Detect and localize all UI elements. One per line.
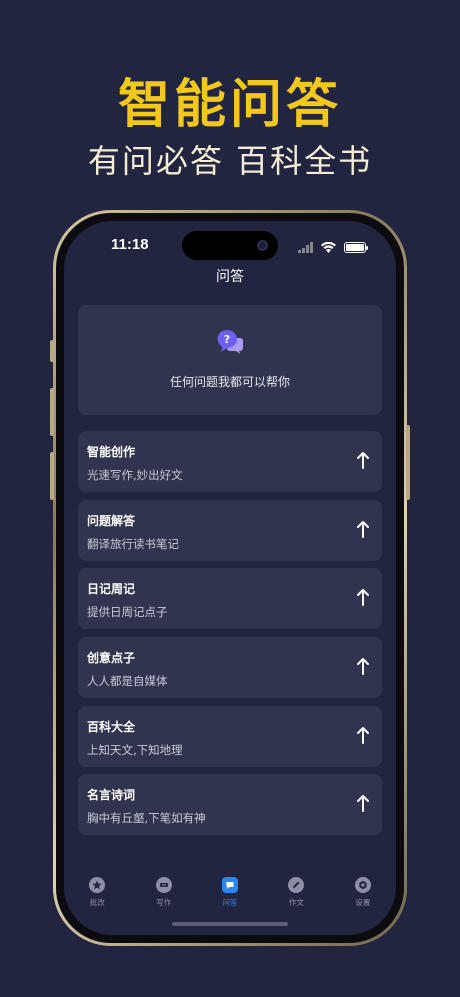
tab-settings[interactable]: 设置: [330, 875, 396, 915]
pencil-icon: [288, 877, 305, 893]
menu-item-quotes-poems[interactable]: 名言诗词 胸中有丘壑,下笔如有神: [78, 774, 382, 835]
volume-down-button: [50, 452, 54, 500]
arrow-up-icon: [356, 450, 370, 470]
tab-label: 写作: [156, 898, 172, 907]
tab-writing[interactable]: 写作: [130, 875, 196, 915]
menu-item-encyclopedia[interactable]: 百科大全 上知天文,下知地理: [78, 706, 382, 767]
menu-item-subtitle: 上知天文,下知地理: [87, 743, 183, 757]
signal-icon: [298, 238, 313, 257]
svg-text:?: ?: [224, 333, 230, 346]
page-title: 问答: [216, 269, 244, 285]
mute-switch: [50, 340, 54, 362]
menu-item-subtitle: 提供日周记点子: [87, 605, 168, 619]
volume-up-button: [50, 388, 54, 436]
ask-anything-text: 任何问题我都可以帮你: [169, 375, 290, 389]
menu-item-subtitle: 翻译旅行读书笔记: [87, 537, 179, 551]
tab-grading[interactable]: 批改: [64, 875, 130, 915]
pen-box-icon: [155, 877, 172, 893]
menu-item-title: 名言诗词: [87, 788, 136, 802]
tab-label: 设置: [355, 898, 371, 907]
camera-icon: [257, 240, 268, 251]
menu-item-diary[interactable]: 日记周记 提供日周记点子: [78, 568, 382, 629]
chat-icon: [222, 877, 239, 893]
arrow-up-icon: [356, 793, 370, 813]
ask-anything-card[interactable]: ? 任何问题我都可以帮你: [78, 305, 382, 415]
menu-item-creative-ideas[interactable]: 创意点子 人人都是自媒体: [78, 637, 382, 698]
arrow-up-icon: [356, 587, 370, 607]
status-icons: [298, 238, 368, 257]
promo-title: 智能问答: [117, 74, 342, 135]
chat-question-icon: ?: [216, 329, 244, 355]
menu-item-question-answer[interactable]: 问题解答 翻译旅行读书笔记: [78, 500, 382, 561]
menu-item-title: 百科大全: [87, 720, 136, 734]
arrow-up-icon: [356, 725, 370, 745]
status-time: 11:18: [111, 236, 149, 253]
tab-qa[interactable]: 问答: [197, 875, 263, 915]
hexagon-gear-icon: [354, 877, 371, 893]
menu-item-subtitle: 人人都是自媒体: [87, 674, 168, 688]
tab-label: 作文: [288, 898, 304, 907]
home-indicator[interactable]: [172, 922, 288, 926]
menu-item-subtitle: 光速写作,妙出好文: [87, 468, 183, 482]
arrow-up-icon: [356, 656, 370, 676]
power-button: [406, 425, 410, 500]
menu-item-title: 问题解答: [87, 514, 136, 528]
app-screen: 11:18 问答 ? 任何问题我都可以帮你 智能创作 光速写作,妙出好文 问题解…: [64, 221, 396, 935]
wifi-icon: [321, 238, 336, 257]
promo-subtitle: 有问必答 百科全书: [87, 142, 373, 180]
menu-item-title: 智能创作: [87, 445, 136, 459]
menu-item-title: 创意点子: [87, 651, 136, 665]
tab-label: 问答: [222, 898, 238, 907]
menu-item-smart-writing[interactable]: 智能创作 光速写作,妙出好文: [78, 431, 382, 492]
menu-item-subtitle: 胸中有丘壑,下笔如有神: [87, 811, 206, 825]
battery-icon: [344, 242, 368, 253]
star-icon: [89, 877, 106, 893]
arrow-up-icon: [356, 519, 370, 539]
dynamic-island: [182, 231, 278, 260]
menu-item-title: 日记周记: [87, 582, 136, 596]
tab-essay[interactable]: 作文: [263, 875, 329, 915]
tab-bar: 批改 写作 问答 作文 设置: [64, 875, 396, 915]
tab-label: 批改: [89, 898, 105, 907]
